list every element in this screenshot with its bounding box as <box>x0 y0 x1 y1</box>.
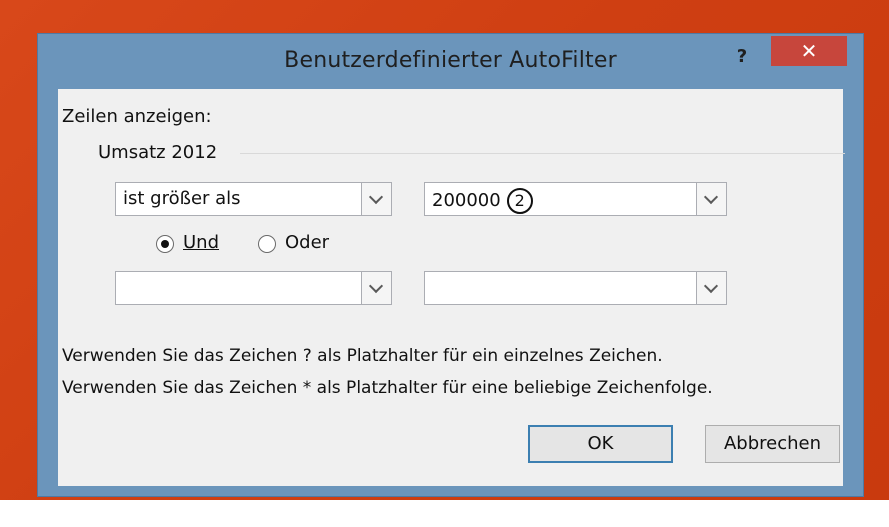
radio-selected-dot <box>161 240 169 248</box>
chevron-down-icon <box>368 278 384 294</box>
value1-dropdown-button[interactable] <box>696 183 726 215</box>
operator1-dropdown-button[interactable] <box>361 183 391 215</box>
close-button[interactable]: ✕ <box>771 36 847 66</box>
help-button[interactable]: ? <box>729 44 755 70</box>
column-name-label: Umsatz 2012 <box>98 142 218 163</box>
and-label-text: Und <box>183 232 220 253</box>
operator1-value: ist größer als <box>123 188 241 209</box>
operator2-dropdown-button[interactable] <box>361 272 391 304</box>
or-label[interactable]: Oder <box>285 232 329 253</box>
chevron-down-icon <box>703 278 719 294</box>
operator2-combobox[interactable] <box>115 271 392 305</box>
value1-input[interactable]: 200000 <box>432 190 501 211</box>
hint-any-chars: Verwenden Sie das Zeichen * als Platzhal… <box>62 378 713 398</box>
value1-combobox[interactable]: 200000 2 <box>424 182 727 216</box>
title-bar[interactable]: Benutzerdefinierter AutoFilter ? ✕ <box>38 34 863 90</box>
or-radio[interactable] <box>258 235 276 253</box>
page-bottom-strip <box>0 500 889 527</box>
operator1-combobox[interactable]: ist größer als <box>115 182 392 216</box>
show-rows-label: Zeilen anzeigen: <box>62 106 212 127</box>
value2-dropdown-button[interactable] <box>696 272 726 304</box>
ok-button[interactable]: OK <box>528 425 673 463</box>
value2-combobox[interactable] <box>424 271 727 305</box>
value1-text: 200000 2 <box>432 188 533 214</box>
chevron-down-icon <box>703 189 719 205</box>
and-label[interactable]: Und <box>183 232 219 253</box>
step-marker-badge: 2 <box>506 188 533 214</box>
group-divider <box>240 153 845 154</box>
and-radio[interactable] <box>156 235 174 253</box>
hint-single-char: Verwenden Sie das Zeichen ? als Platzhal… <box>62 346 663 366</box>
cancel-button[interactable]: Abbrechen <box>705 425 840 463</box>
chevron-down-icon <box>368 189 384 205</box>
or-label-text: Oder <box>285 232 330 253</box>
close-icon: ✕ <box>800 39 818 63</box>
